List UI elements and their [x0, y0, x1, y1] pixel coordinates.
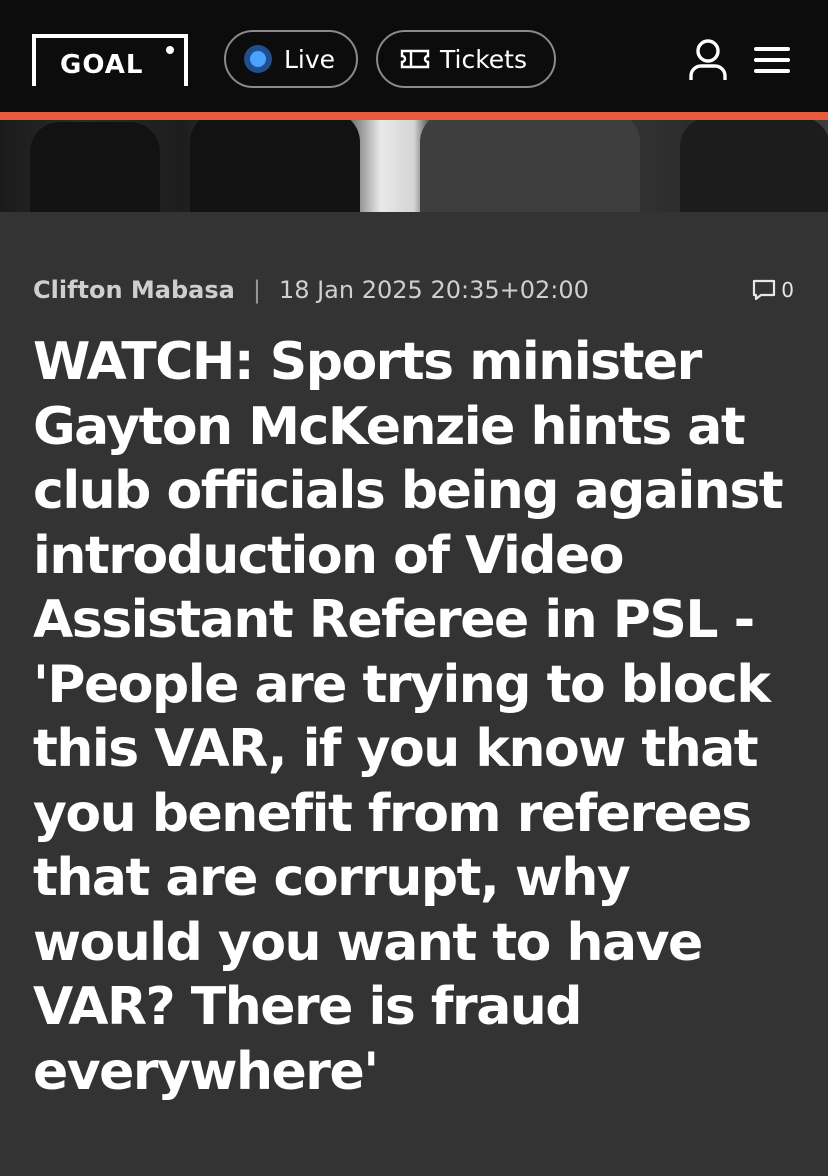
comment-icon: [753, 279, 776, 301]
meta-separator: |: [252, 276, 261, 304]
header-accent-line: [0, 112, 828, 120]
publish-date: 18 Jan 2025 20:35+02:00: [278, 276, 589, 304]
hero-figure: [420, 120, 640, 212]
hamburger-menu-icon[interactable]: [754, 46, 790, 74]
goal-logo[interactable]: GOAL: [32, 34, 188, 86]
comments-link[interactable]: 0: [751, 278, 794, 302]
hero-figure: [30, 122, 160, 212]
live-label: Live: [284, 44, 336, 74]
author-name[interactable]: Clifton Mabasa: [33, 276, 235, 304]
top-navigation-bar: GOAL Live Tickets: [0, 0, 828, 112]
ticket-icon: [400, 49, 430, 69]
logo-text: GOAL: [60, 50, 144, 80]
user-icon[interactable]: [688, 38, 728, 82]
live-button[interactable]: Live: [224, 30, 358, 88]
article-meta: Clifton Mabasa | 18 Jan 2025 20:35+02:00: [33, 272, 803, 308]
hero-figure: [680, 120, 828, 212]
hero-figure: [190, 120, 360, 212]
tickets-label: Tickets: [440, 44, 527, 74]
live-indicator-icon: [244, 45, 272, 73]
article-hero-image: [0, 120, 828, 212]
logo-dot: [166, 46, 174, 54]
comment-count: 0: [781, 278, 794, 302]
article-headline: WATCH: Sports minister Gayton McKenzie h…: [33, 332, 784, 1102]
tickets-button[interactable]: Tickets: [376, 30, 556, 88]
